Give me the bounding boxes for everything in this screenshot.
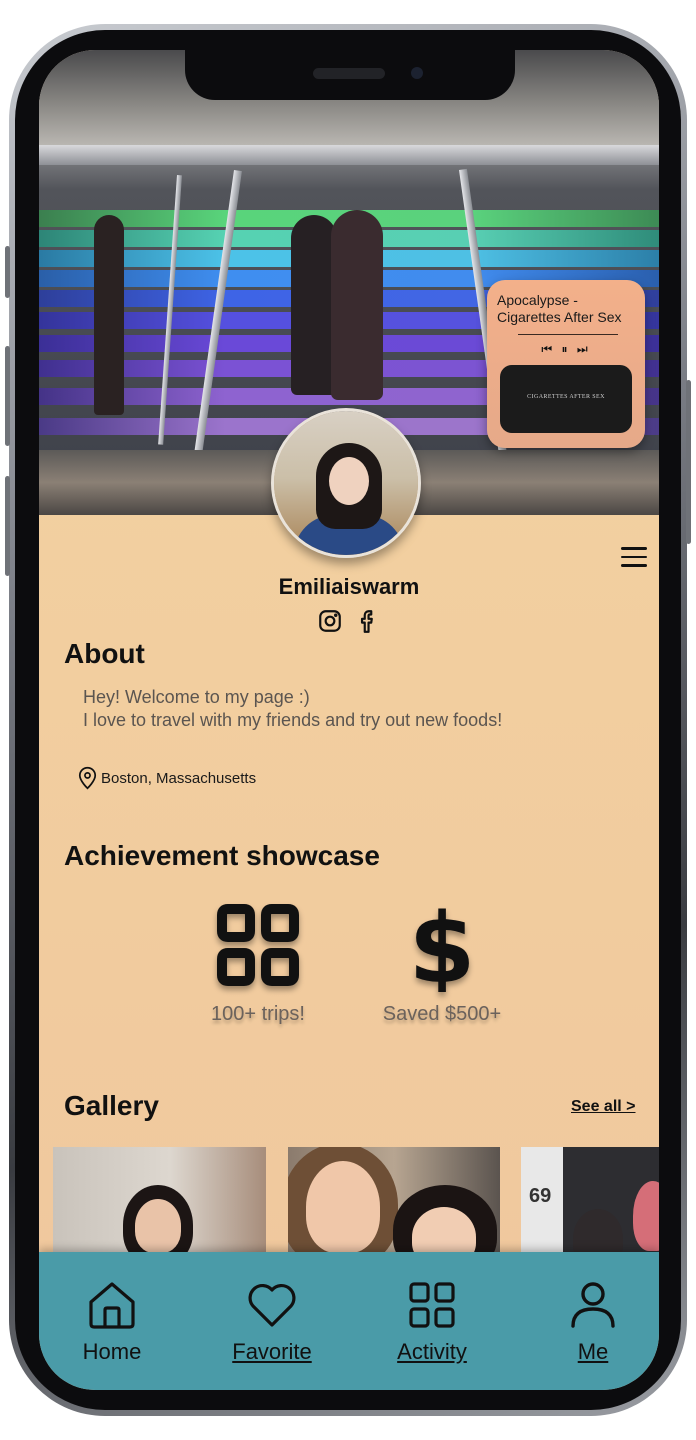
- pause-icon[interactable]: ⏸: [561, 342, 570, 357]
- gallery-title: Gallery: [64, 1090, 159, 1121]
- achievement-label: Saved $500+: [382, 1003, 502, 1025]
- volume-up-button: [5, 346, 10, 446]
- location-text: Boston, Massachusetts: [101, 769, 257, 787]
- app-screen: Apocalypse - Cigarettes After Sex ⏮ ⏸ ⏭ …: [39, 50, 659, 1390]
- dollar-icon: $: [409, 893, 476, 1005]
- menu-icon[interactable]: [621, 547, 647, 567]
- about-title: About: [64, 638, 145, 669]
- about-line-1: Hey! Welcome to my page :): [83, 687, 310, 707]
- song-title: Apocalypse - Cigarettes After Sex: [497, 292, 622, 325]
- nav-label: Me: [577, 1339, 609, 1364]
- phone-notch: [185, 50, 515, 100]
- achievement-label: 100+ trips!: [211, 1003, 305, 1025]
- previous-icon[interactable]: ⏮: [541, 342, 555, 357]
- grid-icon: [409, 1282, 455, 1328]
- photo-tag: 69: [529, 1185, 552, 1207]
- achievement-trips: 100+ trips!: [173, 900, 343, 1026]
- location: Boston, Massachusetts: [77, 766, 256, 790]
- location-pin-icon: [78, 766, 97, 790]
- instagram-icon[interactable]: [317, 608, 343, 634]
- album-text: CIGARETTES AFTER SEX: [527, 394, 605, 400]
- achievement-title: Achievement showcase: [64, 840, 380, 871]
- about-text: Hey! Welcome to my page :) I love to tra…: [83, 686, 643, 732]
- social-links: [39, 608, 659, 634]
- nav-activity[interactable]: Activity: [372, 1278, 492, 1365]
- nav-home[interactable]: Home: [52, 1278, 172, 1365]
- nav-me[interactable]: Me: [533, 1278, 653, 1365]
- svg-text:$: $: [409, 900, 476, 992]
- playback-controls: ⏮ ⏸ ⏭: [487, 342, 645, 357]
- nav-favorite[interactable]: Favorite: [212, 1278, 332, 1365]
- gallery-photo[interactable]: 69: [521, 1147, 659, 1257]
- heart-icon: [248, 1283, 296, 1327]
- nav-label: Home: [82, 1339, 142, 1364]
- bottom-nav: Home Favorite Activity Me: [39, 1252, 659, 1390]
- album-cover: CIGARETTES AFTER SEX: [500, 365, 632, 433]
- gallery-photo[interactable]: [53, 1147, 266, 1257]
- power-button: [686, 380, 691, 544]
- nav-label: Activity: [397, 1339, 467, 1364]
- username: Emiliaiswarm: [278, 574, 420, 599]
- progress-line: [518, 334, 618, 335]
- nav-label: Favorite: [232, 1339, 312, 1364]
- volume-down-button: [5, 476, 10, 576]
- about-line-2: I love to travel with my friends and try…: [83, 710, 503, 730]
- see-all-link[interactable]: See all >: [571, 1098, 636, 1116]
- grid-icon: [217, 904, 299, 986]
- avatar[interactable]: [271, 408, 421, 558]
- mute-switch: [5, 246, 10, 298]
- music-widget[interactable]: Apocalypse - Cigarettes After Sex ⏮ ⏸ ⏭ …: [487, 280, 645, 448]
- user-icon: [571, 1282, 615, 1328]
- achievement-savings: $ Saved $500+: [357, 893, 527, 1026]
- home-icon: [89, 1282, 135, 1329]
- gallery-photo[interactable]: [288, 1147, 500, 1257]
- next-icon[interactable]: ⏭: [577, 342, 591, 357]
- facebook-icon[interactable]: [355, 608, 381, 634]
